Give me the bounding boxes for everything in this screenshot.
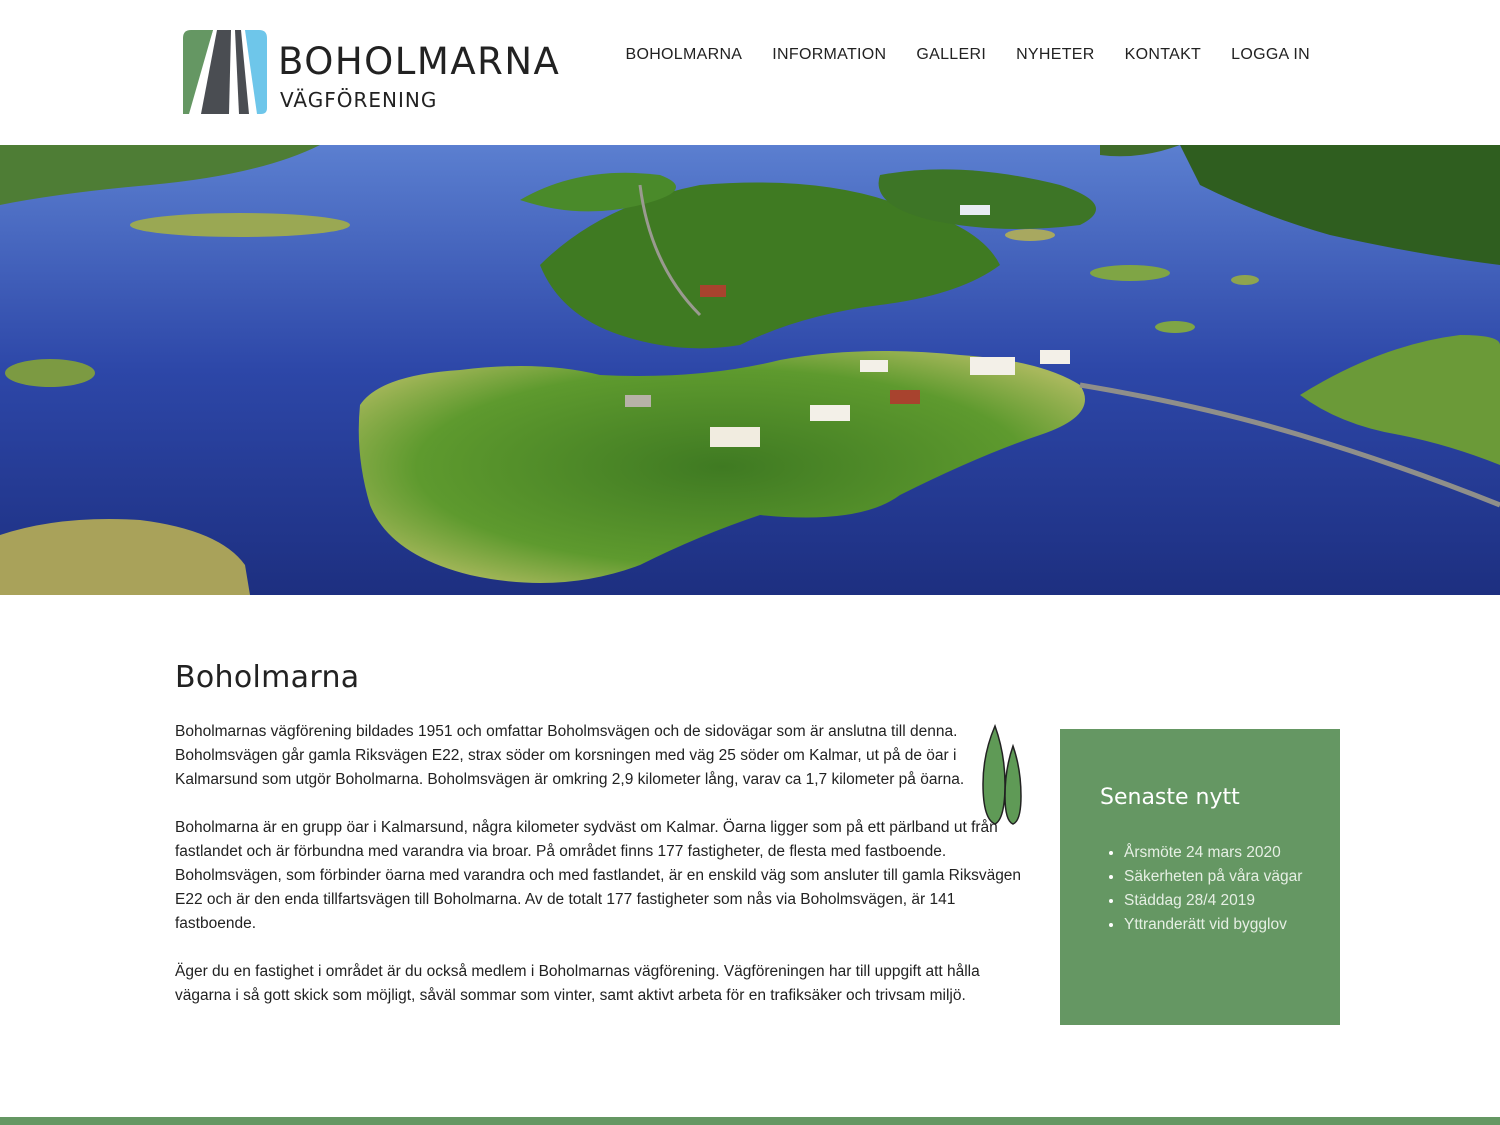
nav-item-information[interactable]: INFORMATION [772, 46, 886, 64]
site-header: BOHOLMARNA VÄGFÖRENING BOHOLMARNA INFORM… [0, 0, 1500, 145]
membership-paragraph: Äger du en fastighet i området är du ock… [175, 963, 980, 1004]
nav-item-nyheter[interactable]: NYHETER [1016, 46, 1095, 64]
logo-subtitle: VÄGFÖRENING [280, 88, 438, 112]
main-content: Boholmarna Boholmarnas vägförening bilda… [175, 650, 1025, 1032]
nav-item-boholmarna[interactable]: BOHOLMARNA [625, 46, 742, 64]
list-item: Årsmöte 24 mars 2020 [1124, 841, 1304, 865]
news-link[interactable]: Yttranderätt vid bygglov [1124, 916, 1287, 933]
hero-aerial-photo [0, 145, 1500, 595]
hero-image [0, 145, 1500, 595]
intro-paragraph: Boholmarnas vägförening bildades 1951 oc… [175, 723, 965, 788]
news-link[interactable]: Säkerheten på våra vägar [1124, 868, 1302, 885]
news-sidebar: Senaste nytt Årsmöte 24 mars 2020 Säkerh… [1060, 729, 1340, 1025]
news-link[interactable]: Årsmöte 24 mars 2020 [1124, 844, 1281, 861]
list-item: Yttranderätt vid bygglov [1124, 913, 1304, 937]
list-item: Städdag 28/4 2019 [1124, 889, 1304, 913]
logo-title: BOHOLMARNA [278, 40, 561, 83]
site-logo[interactable]: BOHOLMARNA VÄGFÖRENING [183, 30, 559, 116]
page-title: Boholmarna [175, 660, 360, 695]
nav-item-kontakt[interactable]: KONTAKT [1125, 46, 1201, 64]
sidebar-title: Senaste nytt [1100, 785, 1240, 810]
nav-item-logga-in[interactable]: LOGGA IN [1231, 46, 1310, 64]
logo-road-icon [183, 30, 267, 114]
news-link[interactable]: Städdag 28/4 2019 [1124, 892, 1255, 909]
list-item: Säkerheten på våra vägar [1124, 865, 1304, 889]
main-nav: BOHOLMARNA INFORMATION GALLERI NYHETER K… [625, 46, 1310, 64]
news-list: Årsmöte 24 mars 2020 Säkerheten på våra … [1100, 841, 1304, 937]
body-paragraph: Boholmarna är en grupp öar i Kalmarsund,… [175, 819, 1022, 932]
cypress-tree-icon [982, 724, 1022, 825]
footer-bar [0, 1117, 1500, 1125]
nav-item-galleri[interactable]: GALLERI [916, 46, 986, 64]
